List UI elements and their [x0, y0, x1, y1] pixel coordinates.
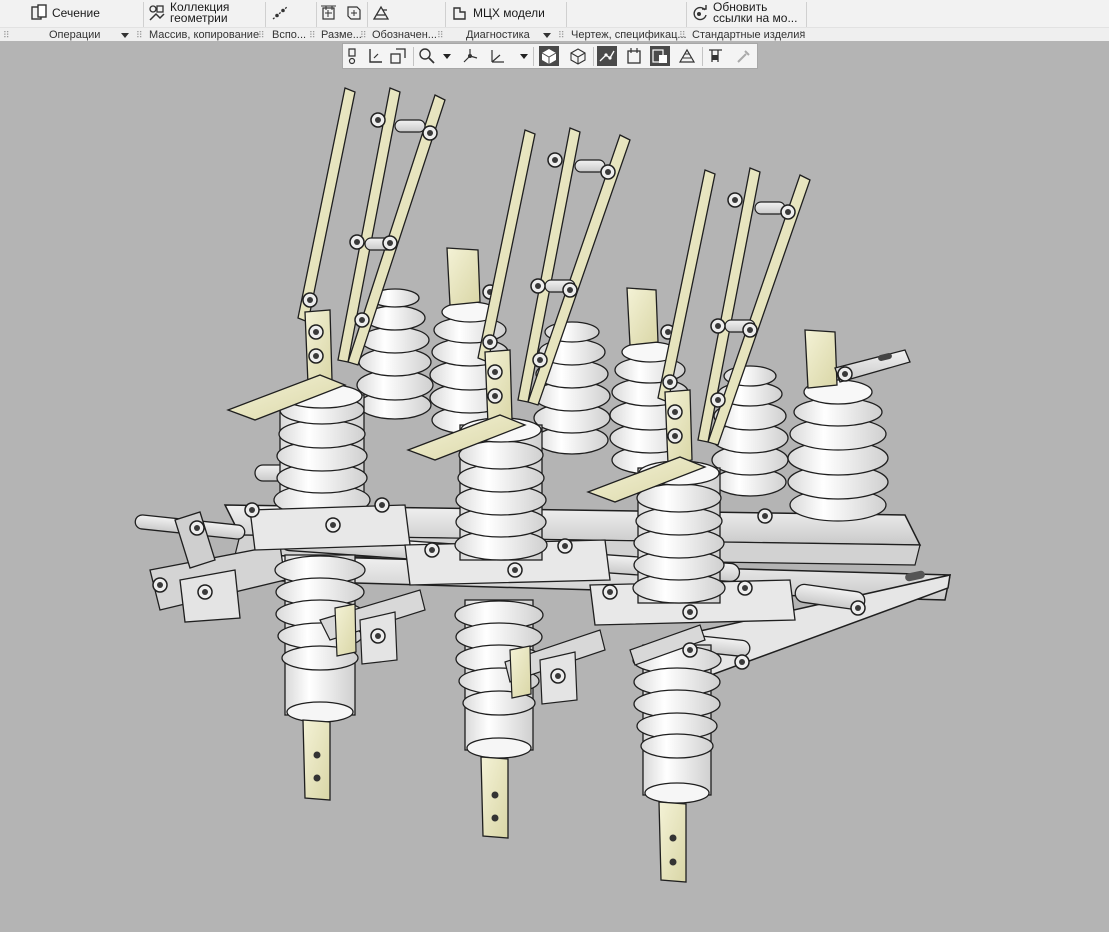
designation-button[interactable]	[372, 0, 394, 26]
ribbon-grip[interactable]: ⠿	[437, 30, 444, 41]
operations-dropdown-icon[interactable]	[121, 33, 129, 38]
view-from-button[interactable]	[388, 46, 408, 66]
update-links-button[interactable]: Обновить ссылки на мо...	[691, 0, 797, 26]
mass-properties-icon	[453, 7, 466, 20]
ribbon-grip[interactable]: ⠿	[258, 30, 265, 41]
rotate-button[interactable]	[460, 46, 480, 66]
show-sketches-button[interactable]	[597, 46, 617, 66]
section-button[interactable]: Сечение	[30, 0, 100, 26]
group-standard-parts: Стандартные изделия	[692, 29, 806, 41]
zoom-button[interactable]	[417, 46, 437, 66]
orientation-icon	[348, 48, 356, 65]
ribbon-grip[interactable]: ⠿	[309, 30, 316, 41]
ribbon-buttons-row: Сечение Коллекция геометрии МЦХ модели О…	[0, 0, 1109, 39]
planes-icon	[627, 48, 641, 64]
insulator-back2-middle	[533, 321, 611, 455]
section-icon	[31, 4, 47, 20]
group-array-copy: Массив, копирование	[149, 29, 260, 41]
group-diagnostics: Диагностика	[466, 29, 530, 41]
update-links-icon	[693, 5, 707, 21]
group-auxiliary: Вспо...	[272, 29, 307, 41]
view-toolbar	[342, 43, 758, 69]
section-view-button[interactable]	[677, 46, 697, 66]
ribbon-grip[interactable]: ⠿	[558, 30, 565, 41]
geometry-collection-icon	[149, 5, 165, 21]
update-links-label-2: ссылки на мо...	[713, 11, 798, 25]
measure-icon	[709, 49, 722, 62]
shaded-cube-icon	[541, 49, 557, 64]
axes-dropdown-icon[interactable]	[520, 54, 528, 59]
designation-icon	[372, 5, 390, 20]
ribbon-grip[interactable]: ⠿	[360, 30, 367, 41]
annotations-icon	[652, 49, 667, 63]
geometry-collection-button[interactable]: Коллекция геометрии	[148, 0, 229, 26]
measure-button[interactable]	[706, 46, 726, 66]
rotate-icon	[463, 49, 478, 63]
mcx-model-label: МЦХ модели	[473, 5, 545, 20]
ribbon-grip[interactable]: ⠿	[3, 30, 10, 41]
group-designations: Обозначен...	[372, 29, 437, 41]
auxiliary-curve-icon	[272, 6, 288, 20]
axes-button[interactable]	[488, 46, 508, 66]
orientation-button[interactable]	[345, 46, 365, 66]
zoom-dropdown-icon[interactable]	[443, 54, 451, 59]
normal-to-button[interactable]	[366, 46, 386, 66]
section-button-label: Сечение	[52, 5, 100, 20]
cad-application: Сечение Коллекция геометрии МЦХ модели О…	[0, 0, 1109, 932]
dimension-edit-icon	[347, 6, 361, 20]
auxiliary-button[interactable]	[271, 0, 293, 26]
insulator-bottom-right	[632, 644, 722, 804]
eyedropper-icon	[737, 50, 750, 63]
section-view-icon	[678, 48, 696, 63]
group-drawing-spec: Чертеж, спецификац...	[571, 29, 687, 41]
show-planes-button[interactable]	[624, 46, 644, 66]
appearance-button[interactable]	[733, 46, 753, 66]
zoom-icon	[419, 48, 435, 64]
shaded-button[interactable]	[539, 46, 559, 66]
ribbon-grip[interactable]: ⠿	[679, 30, 686, 41]
wireframe-button[interactable]	[568, 46, 588, 66]
model-scene	[134, 87, 951, 883]
ribbon-grip[interactable]: ⠿	[799, 30, 806, 41]
ribbon: Сечение Коллекция геометрии МЦХ модели О…	[0, 0, 1109, 42]
view-from-icon	[390, 48, 406, 64]
sketch-points-icon	[599, 50, 615, 62]
diagnostics-dropdown-icon[interactable]	[543, 33, 551, 38]
geometry-collection-label-2: геометрии	[170, 11, 228, 25]
ribbon-groups-row: ⠿ Операции ⠿ Массив, копирование ⠿ Вспо.…	[0, 27, 1109, 42]
wireframe-cube-icon	[570, 48, 586, 65]
insulator-far-right	[787, 379, 889, 522]
mcx-model-button[interactable]: МЦХ модели	[451, 0, 545, 26]
dimension-edit-button[interactable]	[345, 0, 367, 26]
ribbon-grip[interactable]: ⠿	[136, 30, 143, 41]
axes-icon	[491, 50, 504, 63]
group-dimensions: Разме...	[321, 29, 362, 41]
dimension-button[interactable]	[320, 0, 342, 26]
pole-middle	[404, 127, 631, 839]
3d-viewport[interactable]	[0, 41, 1109, 932]
normal-to-icon	[369, 49, 382, 63]
group-operations: Операции	[49, 29, 101, 41]
pole-left	[226, 87, 446, 801]
show-annotations-button[interactable]	[650, 46, 670, 66]
dimension-icon	[321, 5, 336, 20]
